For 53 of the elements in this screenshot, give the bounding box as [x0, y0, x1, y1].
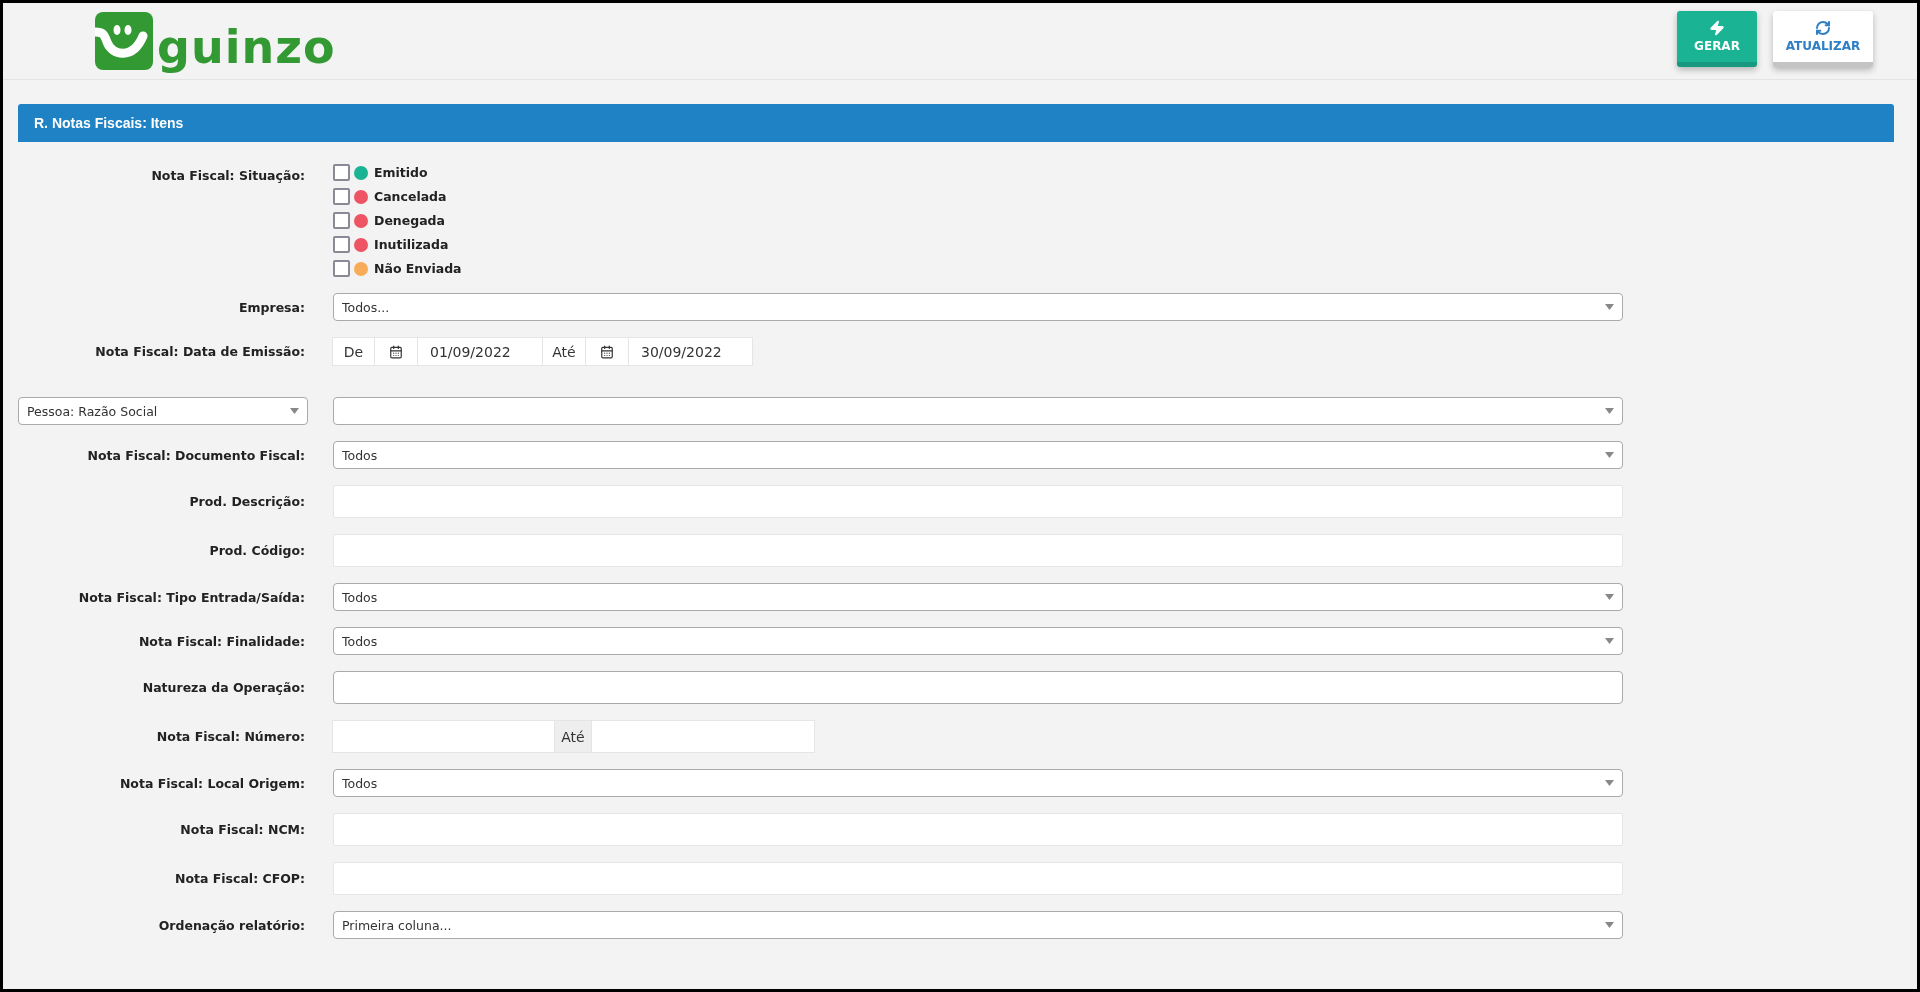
field-label: Nota Fiscal: Documento Fiscal:: [86, 447, 306, 463]
select-field[interactable]: Todos...: [333, 293, 1623, 321]
select-field[interactable]: Primeira coluna...: [333, 911, 1623, 939]
checkbox[interactable]: [333, 236, 350, 253]
dropdown-caret-icon: [1605, 922, 1614, 928]
date-field[interactable]: 30/09/2022: [628, 337, 753, 366]
dropdown-caret-icon: [1605, 780, 1614, 786]
field-label: Nota Fiscal: Local Origem:: [118, 775, 306, 791]
checkbox-label: Cancelada: [374, 189, 447, 204]
field-label: Prod. Descrição:: [188, 494, 306, 509]
select-field[interactable]: Todos: [333, 769, 1623, 797]
smiley-logo-icon: [95, 12, 153, 70]
checkbox-label: Não Enviada: [374, 261, 462, 276]
field-select[interactable]: Pessoa: Razão Social: [18, 397, 308, 425]
date-field[interactable]: 01/09/2022: [417, 337, 543, 366]
field-label: Natureza da Operação:: [141, 680, 306, 695]
select-field[interactable]: Todos: [333, 627, 1623, 655]
panel-title: R. Notas Fiscais: Itens: [34, 115, 184, 131]
dropdown-caret-icon: [290, 408, 299, 414]
field-label: Prod. Código:: [208, 543, 306, 558]
field-label: Nota Fiscal: NCM:: [179, 822, 306, 837]
checkbox[interactable]: [333, 260, 350, 277]
field-label: Nota Fiscal: Finalidade:: [137, 633, 306, 649]
addon-label: Até: [542, 337, 586, 366]
lightning-icon: [1709, 20, 1725, 36]
field-label: Empresa:: [237, 299, 306, 315]
field-label: Nota Fiscal: Data de Emissão:: [94, 344, 306, 359]
addon-label: De: [332, 337, 375, 366]
checkbox[interactable]: [333, 212, 350, 229]
refresh-button[interactable]: ATUALIZAR: [1773, 11, 1873, 67]
checkbox[interactable]: [333, 188, 350, 205]
addon-label: Até: [554, 720, 592, 753]
checkbox-label: Emitido: [374, 165, 428, 180]
checkbox[interactable]: [333, 164, 350, 181]
input-field[interactable]: [333, 671, 1623, 704]
field-label: Nota Fiscal: Número:: [155, 729, 306, 744]
select-field[interactable]: [333, 397, 1623, 425]
refresh-icon: [1815, 20, 1831, 36]
field-label: Nota Fiscal: Tipo Entrada/Saída:: [77, 589, 306, 605]
dropdown-caret-icon: [1605, 304, 1614, 310]
dropdown-caret-icon: [1605, 408, 1614, 414]
select-field[interactable]: Todos: [333, 441, 1623, 469]
field-label: Nota Fiscal: Situação:: [150, 167, 306, 183]
dropdown-caret-icon: [1605, 452, 1614, 458]
checkbox-label: Inutilizada: [374, 237, 449, 252]
field-label: Ordenação relatório:: [157, 917, 306, 933]
calendar-icon[interactable]: [374, 337, 418, 366]
select-field[interactable]: Todos: [333, 583, 1623, 611]
dropdown-caret-icon: [1605, 638, 1614, 644]
calendar-icon[interactable]: [585, 337, 629, 366]
field-label: Nota Fiscal: CFOP:: [173, 871, 306, 886]
dropdown-caret-icon: [1605, 594, 1614, 600]
checkbox-label: Denegada: [374, 213, 445, 228]
